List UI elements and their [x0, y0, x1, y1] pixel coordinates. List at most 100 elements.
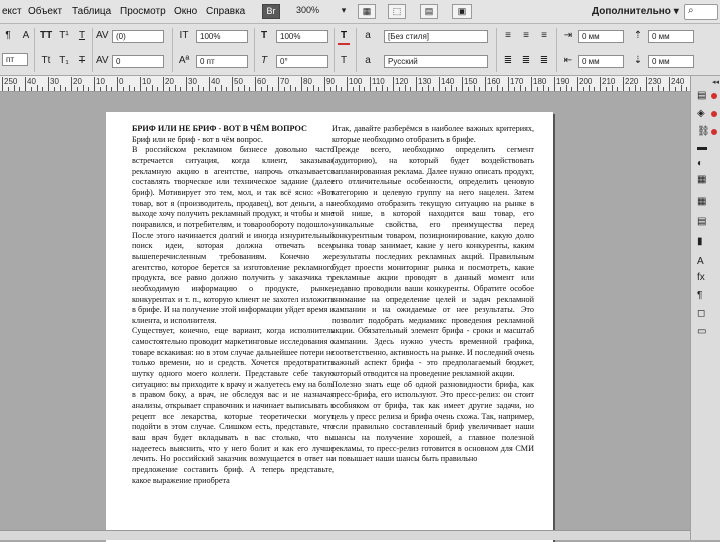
ruler-tick: [542, 85, 544, 91]
ruler-tick: [197, 85, 199, 91]
ruler-tick: [180, 87, 182, 91]
underline-icon[interactable]: T: [76, 30, 88, 42]
skew-field[interactable]: 0°: [276, 55, 328, 68]
all-caps-icon[interactable]: TT: [40, 30, 52, 42]
character-formatting-icon[interactable]: A: [20, 30, 32, 42]
paragraph-formatting-icon[interactable]: ¶: [2, 30, 14, 42]
tracking-field[interactable]: 0: [112, 55, 164, 68]
article-body-left: Бриф или не бриф - вот в чём вопрос. В р…: [132, 134, 334, 485]
horizontal-scale-icon: T: [260, 30, 268, 41]
links-indicator-icon: [711, 129, 717, 135]
ruler-label: 10: [96, 77, 105, 86]
stroke-icon[interactable]: ▬: [697, 142, 711, 154]
horizontal-ruler[interactable]: 250 40 30 20 10 0 10 20 30 40 50 60 70 80 90 100 110 120 1…: [0, 76, 690, 92]
character-styles-icon[interactable]: A: [697, 256, 711, 268]
layers-icon[interactable]: ◈: [697, 108, 711, 120]
stroke-color-icon[interactable]: T: [338, 55, 350, 67]
menu-object[interactable]: Объект: [28, 6, 62, 17]
align-spine-icon[interactable]: ≣: [538, 55, 550, 67]
table-icon[interactable]: ▦: [697, 196, 711, 208]
article-title: БРИФ ИЛИ НЕ БРИФ - ВОТ В ЧЁМ ВОПРОС: [132, 124, 307, 133]
fill-color-icon[interactable]: T: [338, 30, 350, 42]
ruler-tick: [479, 87, 481, 91]
pages-icon[interactable]: ▤: [697, 90, 711, 102]
ruler-tick: [324, 77, 325, 91]
ruler-tick: [341, 87, 343, 91]
ruler-label: 0: [119, 77, 124, 86]
tracking-icon: AV: [96, 55, 109, 66]
text-frame-left[interactable]: БРИФ ИЛИ НЕ БРИФ - ВОТ В ЧЁМ ВОПРОС Бриф…: [132, 124, 334, 486]
horizontal-scale-field[interactable]: 100%: [276, 30, 328, 43]
space-before-field[interactable]: 0 мм: [648, 30, 694, 43]
fill-color-swatch: [338, 43, 350, 45]
left-indent-icon: ⇥: [563, 30, 573, 41]
menu-help[interactable]: Справка: [206, 6, 245, 17]
strikethrough-icon[interactable]: T: [76, 55, 88, 67]
chevron-down-icon: ▾: [673, 6, 679, 17]
justify-all-icon[interactable]: ≣: [520, 55, 532, 67]
paragraph-style-select[interactable]: [Без стиля]: [384, 30, 488, 43]
ruler-tick: [634, 85, 636, 91]
justify-left-icon[interactable]: ≣: [502, 55, 514, 67]
screen-mode-icon[interactable]: ⬚: [388, 4, 406, 19]
workspace-label: Дополнительно: [592, 6, 671, 17]
formula-icon[interactable]: fx: [697, 272, 711, 284]
skew-icon: T: [260, 55, 268, 66]
bridge-button[interactable]: Br: [262, 4, 280, 19]
space-after-field[interactable]: 0 мм: [648, 55, 694, 68]
font-size-field[interactable]: пт: [2, 53, 28, 66]
panel-layout-icon[interactable]: ▣: [452, 4, 472, 19]
pasteboard[interactable]: БРИФ ИЛИ НЕ БРИФ - ВОТ В ЧЁМ ВОПРОС Бриф…: [0, 92, 690, 542]
expand-panels-icon[interactable]: ◂◂: [712, 78, 719, 86]
gradient-icon[interactable]: ▮: [697, 236, 711, 248]
text-frame-right[interactable]: Итак, давайте разберёмся в наиболее важн…: [332, 124, 534, 465]
ruler-tick: [82, 85, 84, 91]
first-line-indent-icon: ⇤: [563, 55, 573, 66]
ruler-tick: [209, 77, 210, 91]
zoom-level[interactable]: 300%: [296, 4, 336, 19]
ruler-tick: [410, 87, 412, 91]
workspace-switcher[interactable]: Дополнительно ▾: [592, 4, 682, 20]
first-line-indent-field[interactable]: 0 мм: [578, 55, 624, 68]
table-styles-icon[interactable]: ▤: [697, 216, 711, 228]
ruler-label: 110: [372, 77, 385, 86]
superscript-icon[interactable]: T¹: [58, 30, 70, 42]
view-options-icon[interactable]: ▦: [358, 4, 376, 19]
swatches-icon[interactable]: ▦: [697, 174, 711, 186]
ruler-tick: [364, 87, 366, 91]
search-input[interactable]: ⌕: [684, 4, 718, 20]
control-panel: ¶ A пт TT T¹ T Tt T₁ T AV (0) AV 0 IT 10…: [0, 24, 720, 76]
ruler-tick: [686, 87, 688, 91]
ruler-tick: [65, 87, 67, 91]
subscript-icon[interactable]: T₁: [58, 55, 70, 67]
space-after-icon: ⇣: [633, 55, 643, 66]
menu-window[interactable]: Окно: [174, 6, 197, 17]
vertical-scale-icon: IT: [179, 30, 189, 41]
ruler-tick: [13, 85, 15, 91]
menu-table[interactable]: Таблица: [72, 6, 111, 17]
object-styles-icon[interactable]: ◻: [697, 308, 711, 320]
arrange-documents-icon[interactable]: ▤: [420, 4, 438, 19]
language-select[interactable]: Русский: [384, 55, 488, 68]
menu-view[interactable]: Просмотр: [120, 6, 166, 17]
text-wrap-icon[interactable]: ▭: [697, 326, 711, 338]
left-indent-field[interactable]: 0 мм: [578, 30, 624, 43]
color-icon[interactable]: ◐: [697, 158, 711, 170]
menu-text[interactable]: екст: [2, 6, 22, 17]
vertical-scale-field[interactable]: 100%: [196, 30, 248, 43]
ruler-tick: [502, 87, 504, 91]
chevron-down-icon[interactable]: ▾: [340, 4, 348, 19]
ruler-tick: [105, 85, 107, 91]
baseline-shift-field[interactable]: 0 пт: [196, 55, 248, 68]
align-center-icon[interactable]: ≡: [520, 30, 532, 42]
ruler-tick: [76, 87, 78, 91]
kerning-field[interactable]: (0): [112, 30, 164, 43]
links-icon[interactable]: ⛓: [697, 126, 711, 138]
ruler-tick: [99, 87, 101, 91]
ruler-tick: [128, 85, 130, 91]
paragraph-styles-icon[interactable]: ¶: [697, 290, 711, 302]
small-caps-icon[interactable]: Tt: [40, 55, 52, 67]
align-left-icon[interactable]: ≡: [502, 30, 514, 42]
document-page[interactable]: БРИФ ИЛИ НЕ БРИФ - ВОТ В ЧЁМ ВОПРОС Бриф…: [106, 112, 553, 542]
align-right-icon[interactable]: ≡: [538, 30, 550, 42]
